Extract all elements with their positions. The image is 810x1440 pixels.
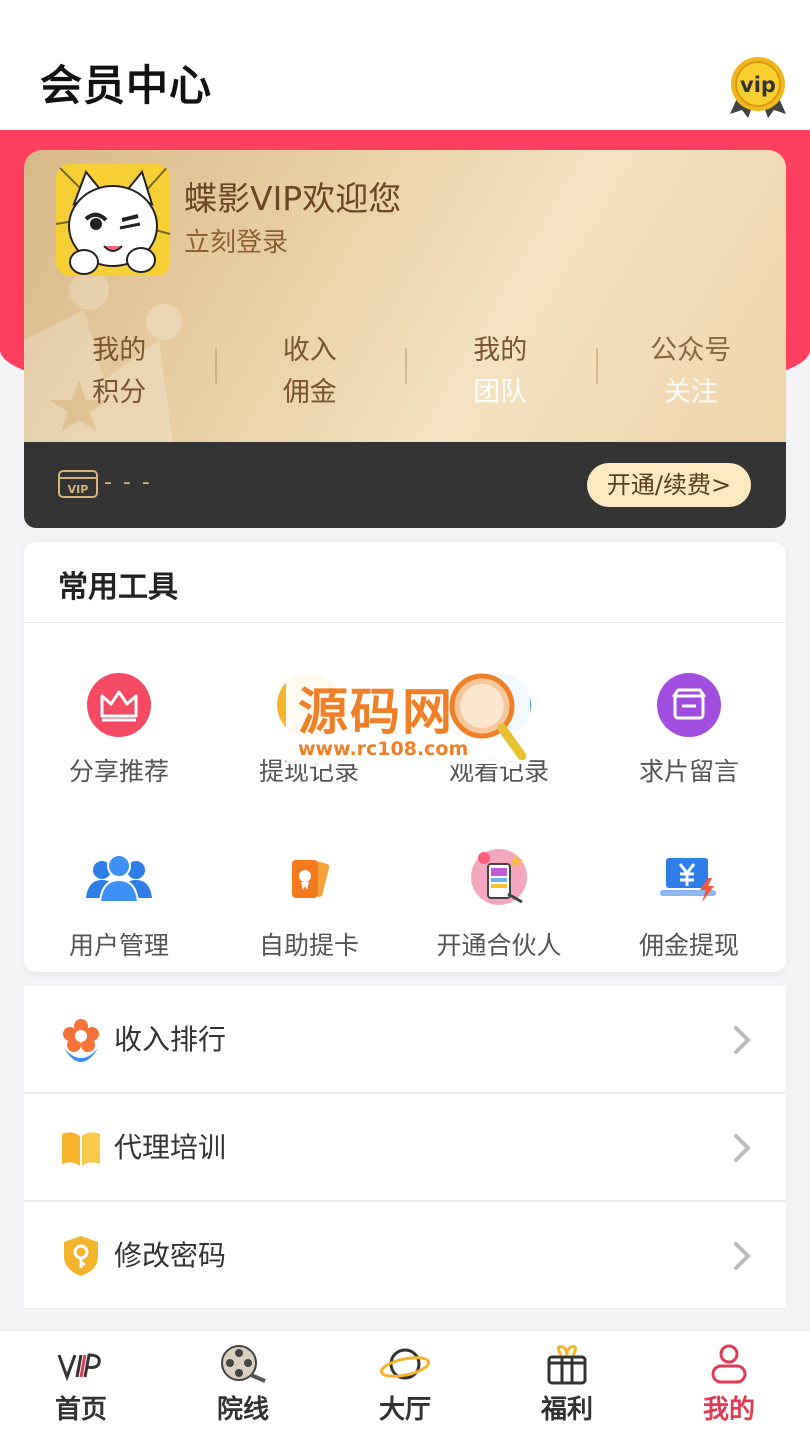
page-title: 会员中心 [40, 61, 213, 110]
tool-open-partner[interactable]: 开通合伙人 [404, 844, 594, 962]
film-reel-icon [221, 1345, 266, 1383]
watermark-logo: 源码网 www.rc108.com [280, 668, 532, 768]
book-icon [62, 1132, 100, 1166]
crown-icon [87, 673, 151, 737]
planet-icon [379, 1348, 431, 1380]
menu-list: 收入排行 代理培训 修改密码 [24, 986, 786, 1310]
tab-mine[interactable]: 我的 [648, 1331, 810, 1440]
store-icon [657, 673, 721, 737]
renew-button[interactable]: 开通/续费> [587, 463, 751, 507]
tab-label: 大厅 [378, 1395, 431, 1425]
vip-card-icon: VIP [58, 470, 98, 498]
svg-text:VIP: VIP [68, 483, 89, 496]
chevron-right-icon [734, 1242, 751, 1270]
tool-commission-withdraw[interactable]: 佣金提现 [594, 844, 784, 962]
vip-medal-icon[interactable]: vip [728, 56, 788, 118]
tools-divider [24, 622, 786, 623]
stat-team[interactable]: 我的 团队 [405, 330, 596, 420]
watermark-url: www.rc108.com [298, 738, 469, 760]
menu-item-label: 收入排行 [114, 1023, 227, 1056]
tool-user-management[interactable]: 用户管理 [24, 844, 214, 962]
menu-item-income-ranking[interactable]: 收入排行 [24, 986, 786, 1094]
tool-self-card[interactable]: 自助提卡 [214, 844, 404, 962]
app-header: 会员中心 vip [0, 0, 810, 130]
login-link[interactable]: 立刻登录 [184, 222, 288, 259]
partner-icon [471, 849, 527, 905]
tab-label: 首页 [54, 1395, 107, 1425]
tab-label: 院线 [216, 1395, 269, 1425]
stats-row: 我的 积分 收入 佣金 我的 团队 公众号 关注 [24, 330, 786, 420]
tab-label: 福利 [540, 1395, 593, 1425]
svg-text:vip: vip [740, 73, 776, 97]
menu-item-agent-training[interactable]: 代理培训 [24, 1094, 786, 1202]
profile-card: 蝶影VIP欢迎您 立刻登录 我的 积分 收入 佣金 我的 团队 公众号 关注 [24, 150, 786, 442]
users-icon [86, 854, 152, 903]
tab-label: 我的 [702, 1395, 755, 1425]
menu-item-label: 代理培训 [114, 1131, 227, 1164]
tab-hall[interactable]: 大厅 [324, 1331, 486, 1440]
tool-share[interactable]: 分享推荐 [24, 670, 214, 788]
watermark-text: 源码网 [298, 683, 454, 741]
menu-item-label: 修改密码 [114, 1239, 227, 1272]
vip-status-bar: VIP - - - 开通/续费> [24, 442, 786, 528]
card-icon [292, 860, 330, 898]
menu-item-change-password[interactable]: 修改密码 [24, 1202, 786, 1310]
tab-home[interactable]: 首页 [0, 1331, 162, 1440]
tools-title: 常用工具 [58, 570, 178, 605]
gift-icon [547, 1345, 587, 1385]
tab-cinema[interactable]: 院线 [162, 1331, 324, 1440]
chevron-right-icon [734, 1134, 751, 1162]
key-shield-icon [64, 1236, 98, 1276]
vip-logo-icon [57, 1353, 101, 1382]
chevron-right-icon [734, 1026, 751, 1054]
stat-points[interactable]: 我的 积分 [24, 330, 215, 420]
avatar[interactable] [56, 164, 170, 276]
welcome-text: 蝶影VIP欢迎您 [184, 179, 402, 218]
bottom-tab-bar: 首页 院线 大厅 福利 我的 [0, 1330, 810, 1440]
stat-commission[interactable]: 收入 佣金 [214, 330, 406, 420]
flower-icon [63, 1019, 99, 1062]
tool-request-movie[interactable]: 求片留言 [594, 670, 784, 788]
tab-welfare[interactable]: 福利 [486, 1331, 648, 1440]
user-icon [711, 1344, 747, 1384]
yen-laptop-icon [660, 858, 716, 902]
vip-status-text: - - - [104, 470, 152, 495]
stat-official-account[interactable]: 公众号 关注 [595, 330, 787, 420]
